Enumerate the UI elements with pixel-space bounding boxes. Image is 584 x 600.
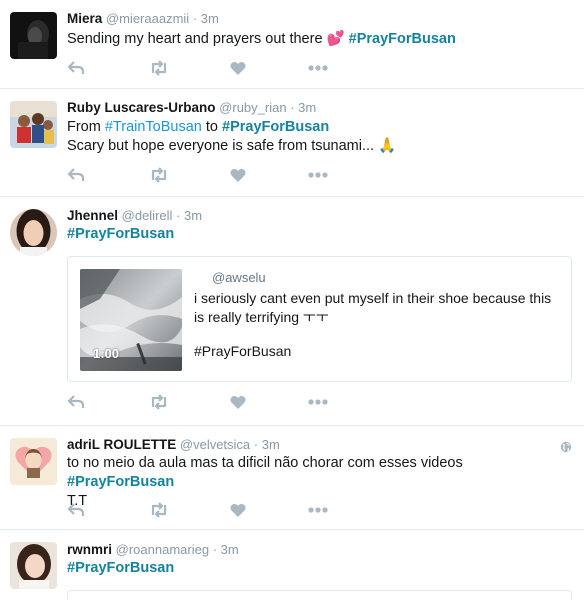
- avatar[interactable]: [10, 101, 57, 148]
- hashtag-link[interactable]: #TrainToBusan: [105, 119, 202, 135]
- tweet-item[interactable]: adriL ROULETTE @velvetsica · 3m to no me…: [0, 426, 584, 530]
- username[interactable]: @ruby_rian: [219, 100, 286, 115]
- tweet-text: Sending my heart and prayers out there 💕…: [67, 30, 572, 49]
- display-name[interactable]: adriL ROULETTE: [67, 437, 176, 452]
- tweet-line: From #TrainToBusan to #PrayForBusan: [67, 118, 572, 137]
- username[interactable]: @mieraaazmii: [106, 11, 189, 26]
- username[interactable]: @velvetsica: [180, 437, 250, 452]
- avatar[interactable]: [10, 542, 57, 589]
- tweet-text-content: Scary but hope everyone is safe from tsu…: [67, 138, 379, 154]
- username[interactable]: @delirell: [122, 208, 173, 223]
- hashtag-link[interactable]: #PrayForBusan: [67, 474, 174, 490]
- more-icon[interactable]: [308, 393, 328, 411]
- tweet-header: adriL ROULETTE @velvetsica · 3m: [67, 437, 280, 452]
- timestamp[interactable]: 3m: [262, 437, 280, 452]
- retweet-icon[interactable]: [149, 501, 169, 519]
- more-icon[interactable]: [308, 166, 328, 184]
- reply-icon[interactable]: [67, 166, 85, 184]
- hashtag-link[interactable]: #PrayForBusan: [349, 31, 456, 47]
- tweet-header: rwnmri @roannamarieg · 3m: [67, 542, 239, 557]
- separator-dot: ·: [290, 100, 295, 115]
- reply-icon[interactable]: [67, 393, 85, 411]
- timestamp[interactable]: 3m: [221, 542, 239, 557]
- display-name[interactable]: Miera: [67, 11, 102, 26]
- video-thumbnail[interactable]: 1:00: [80, 269, 182, 371]
- timestamp[interactable]: 3m: [298, 100, 316, 115]
- separator-dot: ·: [253, 437, 259, 452]
- avatar[interactable]: [10, 438, 57, 485]
- display-name[interactable]: Ruby Luscares-Urbano: [67, 100, 216, 115]
- heart-icon[interactable]: [230, 393, 246, 411]
- heart-icon[interactable]: [230, 501, 246, 519]
- hashtag-link[interactable]: #PrayForBusan: [222, 119, 329, 135]
- pray-emoji: 🙏: [378, 138, 397, 154]
- display-name[interactable]: Jhennel: [67, 208, 118, 223]
- quoted-tweet-card[interactable]: 1:00 @awselu i seriously cant even put m…: [67, 256, 572, 382]
- separator-dot: ·: [192, 11, 198, 26]
- avatar[interactable]: [10, 209, 57, 256]
- tweet-text-content: Sending my heart and prayers out there: [67, 31, 327, 47]
- media-card-edge[interactable]: [67, 590, 572, 600]
- avatar[interactable]: [10, 12, 57, 59]
- more-icon[interactable]: [308, 501, 328, 519]
- tweet-header: Jhennel @delirell · 3m: [67, 208, 202, 223]
- heart-icon[interactable]: [230, 59, 246, 77]
- retweet-icon[interactable]: [149, 393, 169, 411]
- tweet-line: Scary but hope everyone is safe from tsu…: [67, 137, 572, 156]
- quoted-hashtag: #PrayForBusan: [194, 343, 292, 359]
- two-hearts-emoji: 💕: [326, 31, 345, 47]
- username[interactable]: @roannamarieg: [116, 542, 209, 557]
- hashtag-link[interactable]: #PrayForBusan: [67, 226, 174, 242]
- tweet-item[interactable]: rwnmri @roannamarieg · 3m #PrayForBusan: [0, 530, 584, 594]
- hashtag-link[interactable]: #PrayForBusan: [67, 560, 174, 576]
- text-from: From: [67, 119, 105, 135]
- tweet-text: From #TrainToBusan to #PrayForBusan Scar…: [67, 118, 572, 156]
- heart-icon[interactable]: [230, 166, 246, 184]
- timestamp[interactable]: 3m: [184, 208, 202, 223]
- tweet-header: Ruby Luscares-Urbano @ruby_rian · 3m: [67, 100, 316, 115]
- tweet-text: #PrayForBusan: [67, 559, 572, 578]
- retweet-icon[interactable]: [149, 166, 169, 184]
- retweet-icon[interactable]: [149, 59, 169, 77]
- reply-icon[interactable]: [67, 59, 85, 77]
- separator-dot: ·: [176, 208, 181, 223]
- more-icon[interactable]: [308, 59, 328, 77]
- reply-icon[interactable]: [67, 501, 85, 519]
- globe-icon: [560, 440, 572, 453]
- tweet-feed: Miera @mieraaazmii · 3m Sending my heart…: [0, 0, 584, 600]
- video-duration: 1:00: [93, 346, 120, 361]
- separator-dot: ·: [212, 542, 218, 557]
- tweet-header: Miera @mieraaazmii · 3m: [67, 11, 219, 26]
- display-name[interactable]: rwnmri: [67, 542, 112, 557]
- tweet-item[interactable]: Ruby Luscares-Urbano @ruby_rian · 3m Fro…: [0, 89, 584, 197]
- tweet-text-content: to no meio da aula mas ta dificil não ch…: [67, 455, 463, 471]
- timestamp[interactable]: 3m: [201, 11, 219, 26]
- quoted-tweet-text: i seriously cant even put myself in thei…: [194, 290, 552, 325]
- text-to: to: [201, 119, 223, 135]
- tweet-text: #PrayForBusan: [67, 225, 572, 244]
- quoted-username[interactable]: @awselu: [212, 270, 266, 285]
- tweet-item[interactable]: Miera @mieraaazmii · 3m Sending my heart…: [0, 0, 584, 89]
